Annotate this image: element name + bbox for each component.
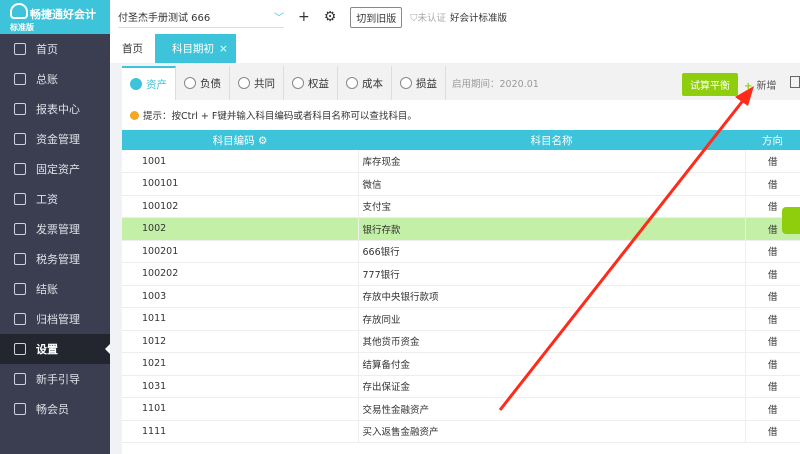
annotation-arrow bbox=[498, 86, 754, 411]
